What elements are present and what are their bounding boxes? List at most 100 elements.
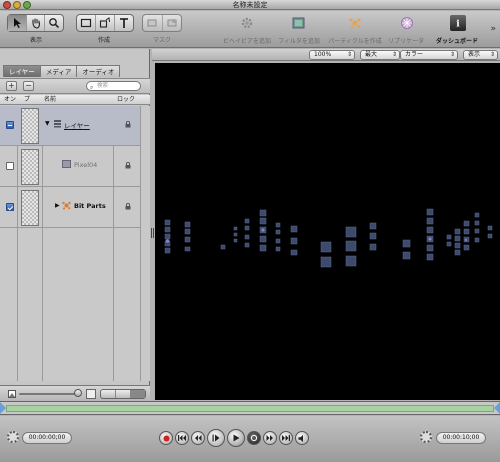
large-thumbnail-icon[interactable] — [86, 389, 96, 399]
step-forward-icon — [266, 435, 273, 441]
next-frame-button[interactable] — [263, 431, 277, 445]
layer-enable-checkbox[interactable] — [6, 203, 14, 211]
tab-media[interactable]: メディア — [39, 65, 78, 77]
disclosure-triangle-right-icon[interactable]: ▶ — [55, 202, 60, 209]
canvas-options-bar: 100% ⇕ 最大 ⇕ カラー ⇕ 表示 ⇕ — [152, 49, 500, 61]
go-to-start-button[interactable] — [175, 431, 189, 445]
search-placeholder: 検索 — [97, 83, 109, 89]
dashboard-button[interactable]: i — [450, 15, 466, 31]
popup-arrow-icon: ⇕ — [346, 51, 352, 58]
loop-icon — [250, 434, 258, 442]
tab-audio[interactable]: オーディオ — [76, 65, 121, 77]
replicate-label: リプリケータ — [387, 38, 424, 45]
panel-tabs: レイヤー メディア オーディオ — [3, 65, 121, 77]
add-layer-button[interactable]: + — [6, 81, 17, 91]
canvas-particles — [164, 208, 493, 268]
lock-icon[interactable] — [125, 162, 131, 169]
zoom-tool-button[interactable] — [45, 15, 63, 31]
play-from-start-button[interactable] — [207, 429, 225, 447]
layer-row-pixel04[interactable]: Pixel04 — [0, 147, 140, 187]
mask-rect-button[interactable] — [143, 15, 163, 31]
transport-controls: 00:00:00;00 00:00:10;00 — [0, 416, 500, 462]
col-preview[interactable]: プ — [24, 95, 30, 105]
audio-toggle-button[interactable] — [295, 431, 309, 445]
zoom-level-popup[interactable]: 100% ⇕ — [309, 50, 355, 60]
play-range-out-marker-icon[interactable] — [494, 402, 500, 414]
go-to-end-button[interactable] — [279, 431, 293, 445]
channels-popup[interactable]: カラー ⇕ — [400, 50, 458, 60]
lock-icon[interactable] — [125, 121, 131, 128]
timecode-gear-icon[interactable] — [7, 431, 19, 443]
timeline-bar[interactable] — [6, 405, 494, 412]
small-thumbnail-icon — [8, 390, 16, 398]
layer-thumbnail — [21, 108, 39, 144]
view-mode-list-button[interactable] — [101, 390, 116, 398]
record-button[interactable] — [159, 431, 173, 445]
toolbar-overflow-chevron-icon[interactable]: » — [490, 24, 496, 34]
lock-icon[interactable] — [125, 203, 131, 210]
channels-value: カラー — [405, 51, 424, 58]
select-tool-button[interactable] — [8, 15, 27, 31]
make-particles-button[interactable] — [347, 15, 363, 31]
layer-thumbnail — [21, 149, 39, 185]
record-icon — [163, 435, 169, 441]
duration-timecode-field[interactable]: 00:00:10;00 — [436, 432, 486, 444]
current-timecode-field[interactable]: 00:00:00;00 — [22, 432, 72, 444]
layer-enable-checkbox[interactable] — [6, 121, 14, 129]
disclosure-triangle-down-icon[interactable]: ▼ — [45, 120, 50, 127]
info-icon: i — [456, 20, 460, 29]
thumbnail-size-slider[interactable] — [19, 393, 77, 395]
loop-button[interactable] — [247, 431, 261, 445]
layer-row-group[interactable]: ▼ レイヤー — [0, 106, 140, 146]
mini-timeline[interactable] — [0, 401, 500, 415]
slider-knob[interactable] — [74, 389, 82, 397]
show-tools-label: 表示 — [29, 37, 42, 44]
layers-subtoolbar: + − ⌕ 検索 — [0, 78, 150, 94]
col-name[interactable]: 名前 — [44, 95, 56, 105]
svg-text:i: i — [456, 20, 460, 29]
arrow-pointer-icon — [13, 18, 21, 28]
canvas-viewer[interactable] — [155, 63, 500, 400]
popup-arrow-icon: ⇕ — [489, 51, 495, 58]
view-mode-icon-button[interactable] — [131, 390, 145, 398]
layer-name[interactable]: Pixel04 — [74, 161, 97, 169]
filter-icon — [292, 17, 305, 29]
view-value: 表示 — [468, 51, 481, 58]
layer-group-icon — [54, 120, 61, 128]
view-popup[interactable]: 表示 ⇕ — [463, 50, 498, 60]
tab-layers[interactable]: レイヤー — [3, 65, 41, 77]
dashboard-label: ダッシュボード — [436, 38, 479, 45]
particles-icon — [349, 18, 361, 29]
hand-icon — [31, 18, 40, 29]
replicate-button[interactable] — [399, 15, 415, 31]
pan-tool-button[interactable] — [27, 15, 46, 31]
bezier-tool-button[interactable] — [96, 15, 115, 31]
search-input[interactable]: ⌕ 検索 — [86, 81, 141, 91]
layer-name[interactable]: レイヤー — [64, 120, 90, 130]
image-layer-icon — [62, 160, 71, 168]
previous-frame-button[interactable] — [191, 431, 205, 445]
col-lock[interactable]: ロック — [117, 95, 135, 105]
layer-row-bit-parts[interactable]: ▶ Bit Parts — [0, 188, 140, 228]
magnifier-icon — [49, 18, 60, 29]
popup-arrow-icon: ⇕ — [391, 51, 397, 58]
pen-shape-icon — [99, 17, 110, 28]
mask-bezier-button[interactable] — [163, 15, 182, 31]
play-button[interactable] — [227, 429, 245, 447]
col-on[interactable]: オン — [4, 95, 16, 105]
remove-layer-button[interactable]: − — [23, 81, 34, 91]
rectangle-tool-button[interactable] — [77, 15, 96, 31]
add-behavior-button[interactable] — [239, 15, 255, 31]
text-tool-button[interactable] — [115, 15, 133, 31]
view-mode-filmstrip-button[interactable] — [116, 390, 131, 398]
replicator-icon — [401, 17, 413, 29]
resolution-popup[interactable]: 最大 ⇕ — [360, 50, 400, 60]
mask-rectangle-icon — [147, 19, 157, 27]
layer-enable-checkbox[interactable] — [6, 162, 14, 170]
project-panel: レイヤー メディア オーディオ + − ⌕ 検索 オン プ 名前 ロック ▼ レ… — [0, 49, 150, 401]
duration-gear-icon[interactable] — [420, 431, 432, 443]
resolution-value: 最大 — [365, 51, 378, 58]
layers-footer — [0, 385, 150, 401]
layer-name[interactable]: Bit Parts — [74, 202, 106, 210]
add-filter-button[interactable] — [291, 15, 307, 31]
